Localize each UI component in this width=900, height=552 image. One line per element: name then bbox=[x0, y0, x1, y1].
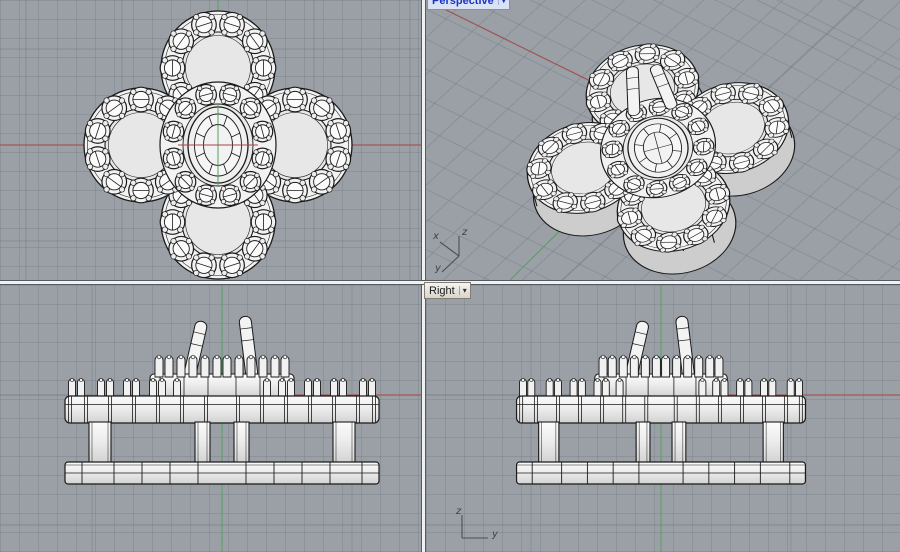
chevron-down-icon[interactable]: ▾ bbox=[498, 0, 509, 5]
viewport-tab-right[interactable]: Right ▾ bbox=[424, 282, 471, 299]
perspective-model-canvas[interactable] bbox=[426, 0, 900, 280]
viewport-tab-label: Right bbox=[425, 285, 459, 297]
viewport-front-view[interactable] bbox=[0, 285, 421, 552]
axis-label-y: y bbox=[435, 263, 441, 274]
right-view-model-canvas[interactable] bbox=[426, 285, 900, 552]
viewport-tab-label: Perspective bbox=[428, 0, 498, 7]
top-view-model-canvas[interactable] bbox=[0, 0, 421, 280]
viewport-right-view[interactable]: z y bbox=[426, 285, 900, 552]
axis-label-z: z bbox=[462, 227, 467, 238]
front-view-model-canvas[interactable] bbox=[0, 285, 421, 552]
viewport-tab-perspective[interactable]: Perspective ▾ bbox=[427, 0, 510, 10]
axis-label-x: x bbox=[433, 231, 439, 242]
cad-four-view-workspace: x z y z y Perspective ▾ Right ▾ bbox=[0, 0, 900, 552]
axis-label-z: z bbox=[456, 506, 461, 517]
viewport-perspective-view[interactable]: x z y bbox=[426, 0, 900, 280]
axis-label-y: y bbox=[492, 529, 498, 540]
chevron-down-icon[interactable]: ▾ bbox=[459, 286, 470, 295]
viewport-top-view[interactable] bbox=[0, 0, 421, 280]
viewport-splitter-vertical[interactable] bbox=[421, 0, 426, 552]
